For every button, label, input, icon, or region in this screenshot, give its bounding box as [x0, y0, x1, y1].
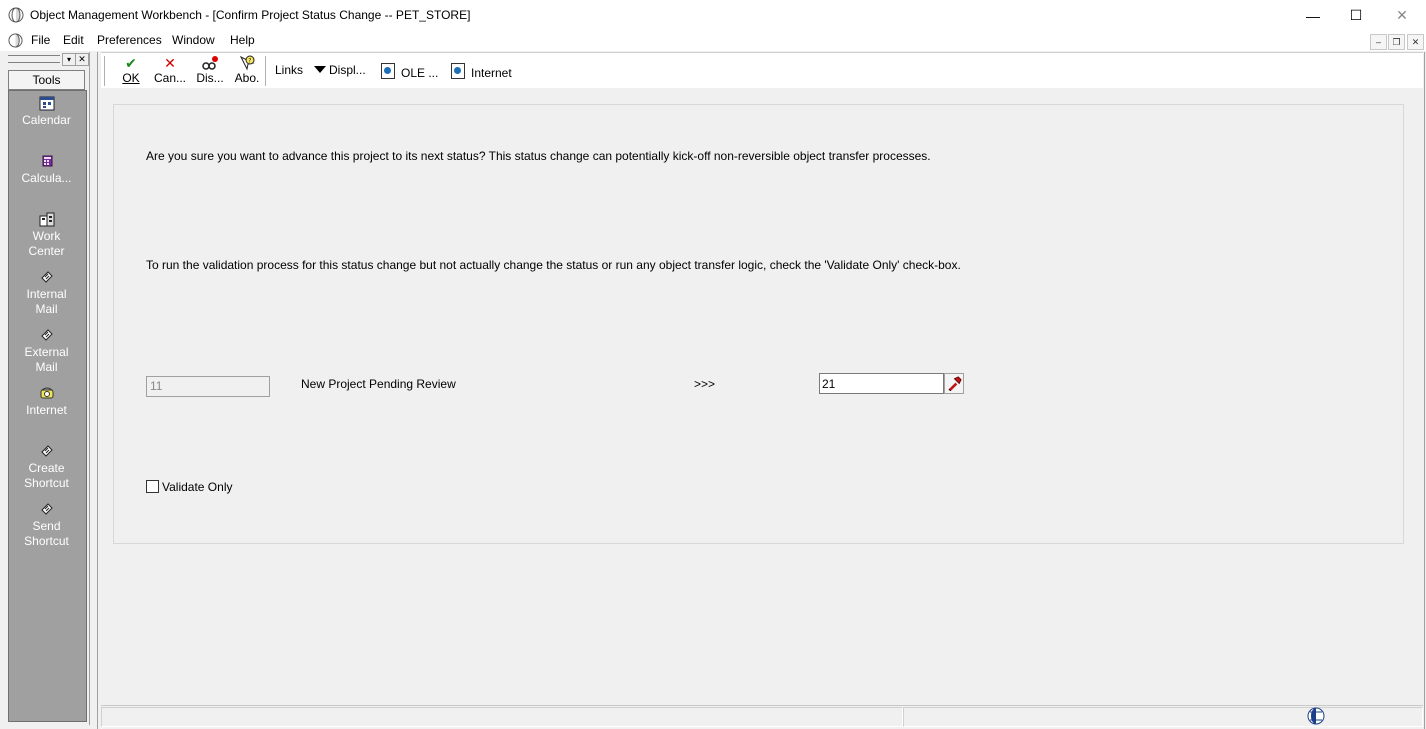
- tool-calendar[interactable]: Calendar: [8, 95, 85, 128]
- mdi-minimize-button[interactable]: –: [1370, 34, 1387, 50]
- tool-label: Mail: [35, 360, 58, 374]
- tool-work-center[interactable]: Work Center: [8, 211, 85, 259]
- document-icon: [451, 63, 465, 79]
- internet-label: Internet: [471, 66, 512, 80]
- mdi-minimize-icon: –: [1375, 37, 1381, 47]
- tools-grip-handle[interactable]: [8, 55, 60, 63]
- close-button[interactable]: ✕: [1379, 0, 1425, 31]
- validation-message: To run the validation process for this s…: [146, 258, 961, 272]
- external-mail-icon: [40, 329, 53, 341]
- tools-dropdown-button[interactable]: ▾: [62, 53, 76, 66]
- links-label: Links: [275, 63, 304, 77]
- work-center-icon: [39, 212, 54, 227]
- menu-edit[interactable]: Edit: [63, 33, 84, 47]
- menu-window[interactable]: Window: [172, 33, 215, 47]
- status-panel-main: [101, 707, 903, 727]
- tool-create-shortcut[interactable]: Create Shortcut: [8, 443, 85, 491]
- window-title: Object Management Workbench - [Confirm P…: [30, 8, 471, 22]
- display-button[interactable]: Dis...: [194, 55, 226, 85]
- ole-link[interactable]: OLE ...: [381, 63, 438, 80]
- form-panel: [113, 104, 1404, 544]
- toolbar-grip: [104, 56, 108, 86]
- calculator-icon: [42, 155, 52, 167]
- cancel-label: Can...: [153, 71, 186, 85]
- about-label: Abo.: [234, 71, 260, 85]
- ok-button[interactable]: ✔ OK: [119, 55, 143, 85]
- send-shortcut-icon: [40, 503, 53, 515]
- confirm-message: Are you sure you want to advance this pr…: [146, 149, 931, 163]
- tool-calculator[interactable]: Calcula...: [8, 153, 85, 186]
- display-label: Dis...: [196, 71, 224, 85]
- cancel-button[interactable]: ✕ Can...: [153, 55, 187, 85]
- ole-label: OLE ...: [401, 66, 439, 80]
- tool-send-shortcut[interactable]: Send Shortcut: [8, 501, 85, 549]
- ok-label: OK: [122, 71, 140, 85]
- menu-globe-icon[interactable]: [8, 33, 23, 48]
- tool-label: Work: [32, 229, 61, 243]
- tools-header-button[interactable]: Tools: [8, 70, 85, 90]
- tool-label: Internal: [26, 287, 67, 301]
- status-panel-secondary: [903, 707, 1423, 727]
- svg-text:?: ?: [248, 58, 251, 65]
- display-link[interactable]: Displ...: [329, 63, 366, 77]
- internet-icon: [40, 387, 53, 399]
- next-status-input[interactable]: [819, 373, 944, 394]
- tool-internal-mail[interactable]: Internal Mail: [8, 269, 85, 317]
- minimize-glyph-icon: —: [1306, 7, 1320, 24]
- mdi-restore-button[interactable]: ❐: [1388, 34, 1405, 50]
- tool-label: Shortcut: [24, 534, 69, 548]
- tools-close-button[interactable]: ✕: [75, 53, 89, 66]
- status-arrow: >>>: [694, 377, 716, 391]
- tool-label: Calcula...: [21, 171, 72, 185]
- minimize-window-button[interactable]: —: [1290, 0, 1336, 31]
- maximize-icon: ☐: [1349, 7, 1363, 23]
- current-status-field: 11: [146, 376, 270, 397]
- about-button[interactable]: ? Abo.: [232, 55, 262, 85]
- links-menu[interactable]: Links: [275, 63, 327, 77]
- about-help-icon: ?: [239, 55, 255, 71]
- chevron-down-icon: ▾: [66, 55, 71, 64]
- menu-preferences[interactable]: Preferences: [97, 33, 162, 47]
- tool-label: Mail: [35, 302, 58, 316]
- tool-label: Internet: [26, 403, 67, 417]
- tool-label: External: [24, 345, 69, 359]
- tool-external-mail[interactable]: External Mail: [8, 327, 85, 375]
- tool-label: Calendar: [22, 113, 71, 127]
- caret-down-icon: [314, 66, 327, 73]
- cancel-x-icon: ✕: [164, 55, 176, 71]
- binoculars-alert-icon: [202, 56, 218, 70]
- calendar-icon: [39, 96, 54, 111]
- create-shortcut-icon: [40, 445, 53, 457]
- tool-label: Create: [28, 461, 65, 475]
- mdi-close-button[interactable]: ✕: [1407, 34, 1424, 50]
- menu-help[interactable]: Help: [230, 33, 255, 47]
- window-border: [1424, 52, 1425, 729]
- mdi-restore-icon: ❐: [1392, 36, 1401, 47]
- tool-label: Shortcut: [24, 476, 69, 490]
- validate-only-label[interactable]: Validate Only: [162, 480, 232, 494]
- flashlight-search-icon: [948, 376, 962, 391]
- next-status-search-button[interactable]: [944, 373, 964, 394]
- close-icon: ✕: [1396, 7, 1408, 23]
- validate-only-checkbox[interactable]: [146, 480, 159, 493]
- globe-status-icon: [1307, 707, 1325, 725]
- internet-link[interactable]: Internet: [451, 63, 512, 80]
- close-icon: ✕: [78, 54, 86, 64]
- checkmark-icon: ✔: [125, 55, 137, 71]
- tool-internet[interactable]: Internet: [8, 385, 85, 418]
- current-status-description: New Project Pending Review: [301, 377, 456, 391]
- internal-mail-icon: [40, 271, 53, 283]
- toolbar-separator: [265, 56, 269, 86]
- tool-label: Center: [28, 244, 65, 258]
- document-icon: [381, 63, 395, 79]
- maximize-button[interactable]: ☐: [1333, 0, 1379, 31]
- tool-label: Send: [32, 519, 61, 533]
- menu-file[interactable]: File: [31, 33, 50, 47]
- app-globe-icon: [8, 7, 24, 23]
- mdi-close-icon: ✕: [1411, 36, 1420, 47]
